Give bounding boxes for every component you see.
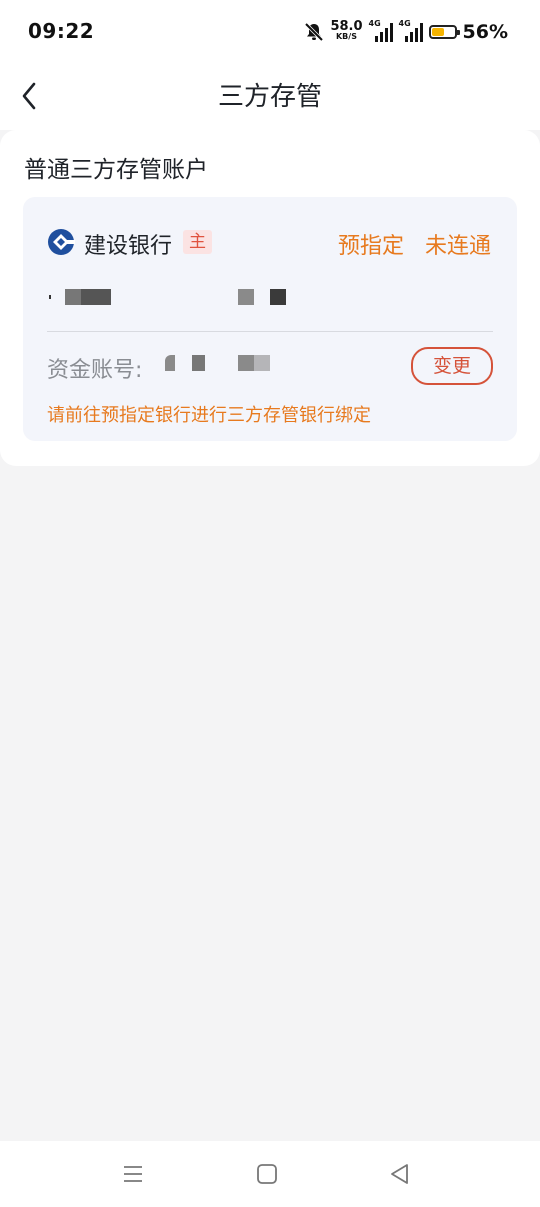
change-button[interactable]: 变更 (411, 347, 493, 385)
primary-badge: 主 (183, 230, 212, 254)
divider (47, 331, 493, 332)
mask-block (270, 289, 286, 305)
net-speed: 58.0 KB/S (330, 19, 363, 42)
bell-mute-icon (305, 22, 324, 42)
mask-block (81, 289, 111, 305)
back-triangle-icon (391, 1164, 408, 1184)
system-back-button[interactable] (387, 1161, 413, 1187)
mask-block (65, 289, 81, 305)
bank-name: 建设银行 (84, 234, 173, 259)
nav-bar: 三方存管 (0, 62, 540, 130)
status-time: 09:22 (28, 19, 95, 43)
mask-block (238, 355, 254, 371)
signal-sim1-icon: 4G (368, 19, 393, 43)
sim1-network-tag: 4G (368, 19, 381, 28)
home-square-icon (257, 1164, 277, 1184)
bank-account-panel[interactable]: 建设银行 主 预指定 未连通 资金账号: 变更 请前往预指定银行进行三方存管银行… (23, 197, 517, 441)
sim2-network-tag: 4G (398, 19, 411, 28)
mask-block (192, 355, 205, 371)
mask-block (49, 295, 51, 299)
account-card: 普通三方存管账户 建设银行 主 预指定 未连通 资金账号: 变更 请前往预指定银… (0, 130, 540, 466)
battery-percent: 56% (462, 21, 508, 43)
connection-status: 未连通 (425, 234, 492, 259)
home-button[interactable] (254, 1161, 280, 1187)
ccb-bank-logo-icon (48, 229, 75, 255)
battery-fill (431, 28, 444, 36)
net-speed-value: 58.0 (330, 19, 363, 34)
signal-sim2-icon: 4G (398, 19, 423, 43)
menu-icon (124, 1166, 142, 1182)
battery-icon (428, 25, 460, 39)
menu-button[interactable] (120, 1161, 146, 1187)
fund-account-label: 资金账号: (47, 358, 143, 383)
binding-hint: 请前往预指定银行进行三方存管银行绑定 (47, 405, 371, 426)
page-title: 三方存管 (217, 82, 322, 112)
mask-block (254, 355, 270, 371)
net-speed-unit: KB/S (335, 32, 357, 41)
status-icons: 58.0 KB/S 4G 4G 56% (304, 18, 508, 46)
mask-block (165, 355, 175, 371)
designation-status: 预指定 (338, 234, 405, 259)
status-bar: 09:22 58.0 KB/S 4G 4G 56% (0, 0, 540, 62)
mask-block (238, 289, 254, 305)
section-title: 普通三方存管账户 (24, 157, 208, 183)
system-nav-bar (0, 1141, 540, 1207)
